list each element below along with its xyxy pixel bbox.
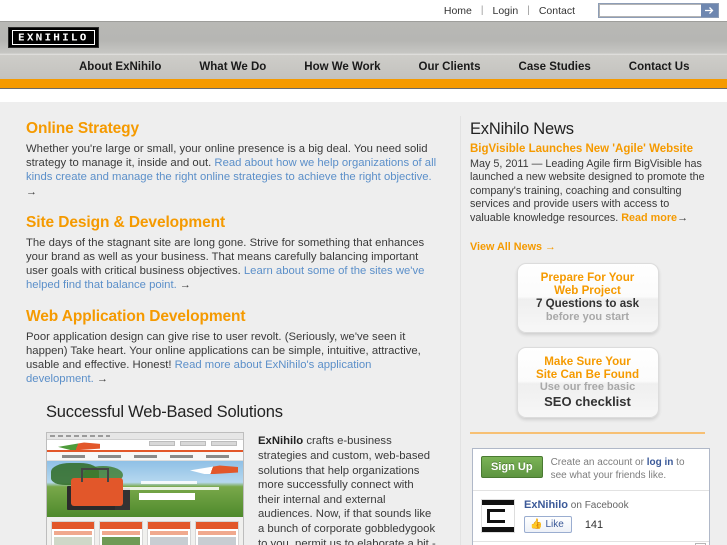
mini-site-cards bbox=[47, 517, 243, 545]
mower-shape-icon bbox=[71, 468, 123, 507]
mini-nav-item bbox=[169, 454, 193, 458]
promo-line-3: Use our free basic bbox=[539, 381, 636, 394]
promo-line-4: SEO checklist bbox=[544, 394, 631, 410]
thumbs-up-icon: 👍 bbox=[530, 519, 543, 531]
arrow-icon: → bbox=[179, 279, 191, 292]
section-title-web-application: Web Application Development bbox=[26, 307, 246, 325]
orange-accent-bar bbox=[0, 79, 727, 89]
logo-text: EXNIHILO bbox=[18, 31, 89, 44]
mini-pill bbox=[180, 441, 206, 447]
promo-line-4: before you start bbox=[545, 311, 630, 324]
facebook-signup-row: Sign Up Create an account or log in to s… bbox=[473, 449, 709, 492]
masthead: EXNIHILO bbox=[0, 21, 727, 54]
utility-bar: Home | Login | Contact bbox=[0, 0, 727, 21]
section-title-site-design: Site Design & Development bbox=[26, 213, 226, 231]
facebook-like-count: 141 bbox=[584, 518, 604, 531]
arrow-icon: → bbox=[677, 211, 689, 224]
news-heading: ExNihilo News bbox=[470, 120, 574, 138]
solutions-description: ExNihilo crafts e-business strategies an… bbox=[258, 432, 438, 545]
left-column: Online Strategy Whether you're large or … bbox=[0, 102, 460, 545]
mini-card bbox=[147, 521, 191, 545]
promo-line-1: Prepare For Your bbox=[540, 271, 635, 285]
news-body: May 5, 2011 — Leading Agile firm BigVisi… bbox=[470, 158, 705, 225]
mini-nav-item bbox=[97, 454, 121, 458]
mini-site-header bbox=[47, 440, 243, 453]
mini-site-hero bbox=[47, 461, 243, 518]
nav-item-contact-us[interactable]: Contact Us bbox=[610, 55, 709, 80]
promo-line-1: Make Sure Your bbox=[544, 355, 631, 369]
facebook-like-box: Sign Up Create an account or log in to s… bbox=[472, 448, 710, 545]
utility-link-contact[interactable]: Contact bbox=[530, 5, 584, 17]
mini-card bbox=[195, 521, 239, 545]
promo-card-seo-checklist[interactable]: Make Sure Your Site Can Be Found Use our… bbox=[516, 347, 659, 419]
arrow-icon: → bbox=[96, 373, 108, 386]
page-body: Online Strategy Whether you're large or … bbox=[0, 102, 727, 545]
promo-card-web-project[interactable]: Prepare For Your Web Project 7 Questions… bbox=[516, 263, 659, 334]
facebook-like-button[interactable]: 👍 Like bbox=[524, 516, 572, 534]
site-logo[interactable]: EXNIHILO bbox=[8, 27, 99, 48]
facebook-signup-description: Create an account or log in to see what … bbox=[551, 456, 701, 482]
case-study-thumbnail[interactable] bbox=[46, 432, 244, 545]
facebook-like-row: 👍 Like 141 bbox=[524, 516, 629, 534]
search-box[interactable] bbox=[598, 3, 719, 18]
facebook-widget-footer: ▲ bbox=[473, 541, 709, 545]
facebook-page-link[interactable]: ExNihilo bbox=[524, 499, 568, 511]
mini-hero-text bbox=[123, 481, 223, 501]
mini-nav-item bbox=[205, 454, 229, 458]
browser-chrome-icon bbox=[47, 433, 243, 441]
mini-card bbox=[99, 521, 143, 545]
nav-item-how-we-work[interactable]: How We Work bbox=[285, 55, 399, 80]
logo-frame: EXNIHILO bbox=[12, 30, 95, 45]
mini-card bbox=[51, 521, 95, 545]
facebook-desc-before: Create an account or bbox=[550, 457, 647, 469]
solutions-row: ExNihilo crafts e-business strategies an… bbox=[46, 432, 438, 545]
search-submit-button[interactable] bbox=[701, 4, 718, 17]
main-navigation: About ExNihilo What We Do How We Work Ou… bbox=[0, 54, 727, 79]
utility-links: Home | Login | Contact bbox=[435, 5, 584, 17]
search-input[interactable] bbox=[599, 4, 701, 17]
nav-item-about-exnihilo[interactable]: About ExNihilo bbox=[60, 55, 180, 80]
section-body-online-strategy: Whether you're large or small, your onli… bbox=[26, 142, 438, 199]
promo-line-2: Web Project bbox=[554, 284, 621, 298]
nav-item-our-clients[interactable]: Our Clients bbox=[400, 55, 500, 80]
mini-nav-item bbox=[133, 454, 157, 458]
facebook-signup-button[interactable]: Sign Up bbox=[481, 456, 543, 479]
promo-line-2: Site Can Be Found bbox=[535, 368, 640, 382]
facebook-like-label: Like bbox=[545, 519, 564, 531]
header-spacer bbox=[0, 89, 727, 102]
facebook-page-suffix: on Facebook bbox=[568, 500, 629, 512]
mini-pill bbox=[211, 441, 237, 447]
solutions-lead: ExNihilo bbox=[258, 435, 304, 448]
mini-site-logo-icon bbox=[58, 442, 100, 451]
mini-site-toplinks bbox=[149, 441, 237, 447]
nav-item-case-studies[interactable]: Case Studies bbox=[500, 55, 610, 80]
facebook-login-link[interactable]: log in bbox=[647, 457, 674, 468]
section-divider bbox=[470, 432, 705, 435]
mini-hero-logo-icon bbox=[190, 465, 238, 475]
right-column: ExNihilo News BigVisible Launches New 'A… bbox=[460, 102, 727, 545]
news-read-more-link[interactable]: Read more bbox=[621, 212, 677, 224]
mini-site-nav bbox=[47, 452, 243, 462]
facebook-page-info: ExNihilo on Facebook 👍 Like 141 bbox=[524, 499, 629, 534]
section-body-web-application: Poor application design can give rise to… bbox=[26, 330, 438, 387]
arrow-icon: → bbox=[26, 185, 37, 198]
solutions-heading: Successful Web-Based Solutions bbox=[46, 403, 283, 422]
facebook-page-row: ExNihilo on Facebook 👍 Like 141 bbox=[473, 491, 709, 541]
mini-pill bbox=[149, 441, 175, 447]
utility-link-home[interactable]: Home bbox=[435, 5, 481, 17]
section-body-site-design: The days of the stagnant site are long g… bbox=[26, 236, 438, 293]
exnihilo-avatar-icon bbox=[481, 499, 515, 534]
arrow-right-icon bbox=[705, 7, 714, 14]
news-headline-link[interactable]: BigVisible Launches New 'Agile' Website bbox=[470, 143, 705, 155]
solutions-body: crafts e-business strategies and custom,… bbox=[258, 435, 436, 545]
promo-line-3: 7 Questions to ask bbox=[535, 297, 640, 311]
section-title-online-strategy: Online Strategy bbox=[26, 120, 140, 137]
facebook-page-name: ExNihilo on Facebook bbox=[524, 499, 629, 511]
mini-nav-item bbox=[61, 454, 85, 458]
nav-item-what-we-do[interactable]: What We Do bbox=[180, 55, 285, 80]
utility-link-login[interactable]: Login bbox=[484, 5, 528, 17]
view-all-news-link[interactable]: View All News → bbox=[470, 241, 556, 253]
